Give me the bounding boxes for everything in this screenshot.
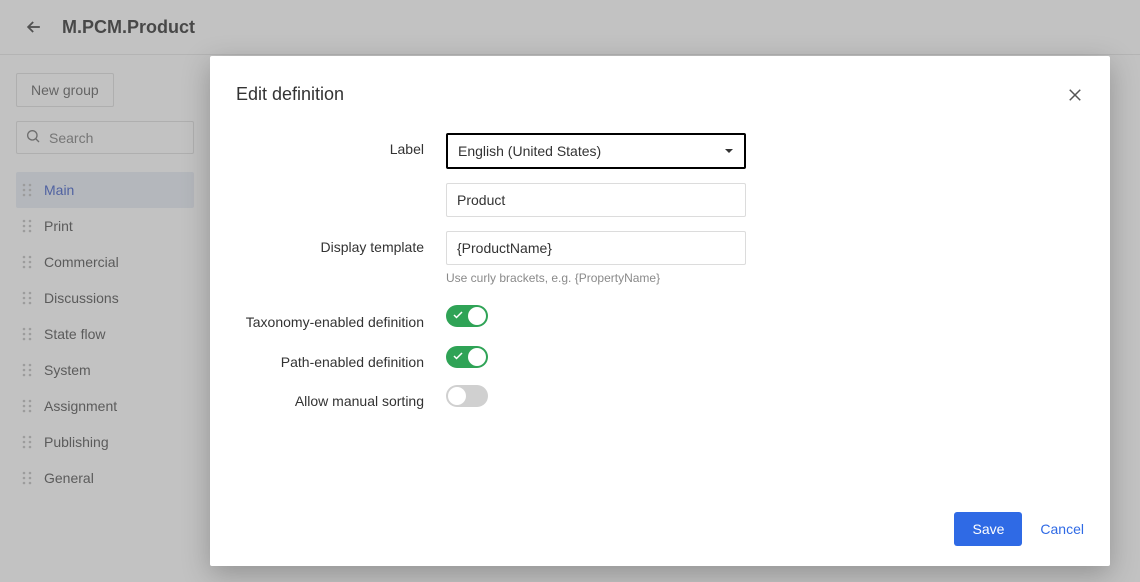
label-value-input[interactable] bbox=[446, 183, 746, 217]
label-field-label: Label bbox=[236, 133, 446, 157]
check-icon bbox=[452, 308, 464, 324]
chevron-down-icon bbox=[724, 143, 734, 159]
path-enabled-label: Path-enabled definition bbox=[236, 346, 446, 370]
language-select-value: English (United States) bbox=[458, 143, 601, 159]
display-template-input[interactable] bbox=[446, 231, 746, 265]
close-icon[interactable] bbox=[1066, 86, 1084, 104]
edit-definition-modal: Edit definition Label English (United St… bbox=[210, 56, 1110, 566]
taxonomy-enabled-toggle[interactable] bbox=[446, 305, 488, 327]
display-template-help: Use curly brackets, e.g. {PropertyName} bbox=[446, 271, 746, 285]
path-enabled-toggle[interactable] bbox=[446, 346, 488, 368]
save-button[interactable]: Save bbox=[954, 512, 1022, 546]
allow-manual-sorting-toggle[interactable] bbox=[446, 385, 488, 407]
check-icon bbox=[452, 349, 464, 365]
allow-manual-sorting-label: Allow manual sorting bbox=[236, 385, 446, 409]
cancel-button[interactable]: Cancel bbox=[1040, 521, 1084, 537]
display-template-label: Display template bbox=[236, 231, 446, 255]
modal-title: Edit definition bbox=[236, 84, 344, 105]
taxonomy-enabled-label: Taxonomy-enabled definition bbox=[236, 305, 446, 332]
language-select[interactable]: English (United States) bbox=[446, 133, 746, 169]
